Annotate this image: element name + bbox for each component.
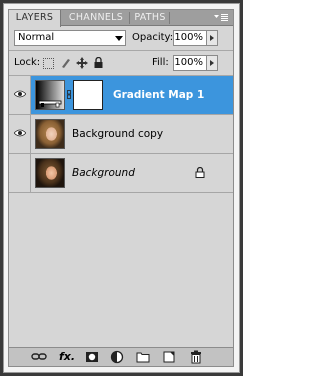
layers-bottom-toolbar: fx. (9, 347, 233, 366)
visibility-toggle[interactable] (9, 154, 31, 192)
add-layer-style-icon[interactable]: fx. (59, 350, 77, 364)
layers-empty-area (9, 193, 233, 349)
mask-link-icon[interactable] (67, 90, 71, 99)
tab-separator (129, 12, 130, 24)
visibility-toggle[interactable] (9, 76, 31, 114)
opacity-label: Opacity: (132, 32, 174, 43)
lock-image-pixels-icon[interactable] (60, 57, 71, 68)
visibility-toggle[interactable] (9, 115, 31, 153)
link-layers-icon[interactable] (31, 350, 47, 364)
blend-mode-select[interactable]: Normal (14, 30, 126, 46)
blend-mode-value: Normal (18, 32, 55, 43)
new-group-icon[interactable] (136, 350, 150, 364)
eye-icon (14, 90, 26, 98)
add-layer-mask-icon[interactable] (85, 350, 99, 364)
gradient-map-thumbnail (35, 80, 65, 110)
fill-slider-button[interactable] (207, 55, 218, 71)
lock-label: Lock: (14, 57, 41, 68)
layer-row-gradient-map[interactable]: Gradient Map 1 (9, 76, 233, 115)
lock-position-icon[interactable] (76, 57, 88, 69)
layers-panel: LAYERS CHANNELS PATHS Normal Opacity: 10… (8, 9, 234, 367)
layer-name: Background (72, 167, 135, 179)
layer-row-background-copy[interactable]: Background copy (9, 115, 233, 154)
lock-fill-row: Lock: Fill: 100% (9, 52, 233, 74)
lock-transparent-pixels-icon[interactable] (43, 58, 54, 69)
new-adjustment-layer-icon[interactable] (110, 350, 124, 364)
layer-thumbnail (35, 158, 65, 188)
tab-paths[interactable]: PATHS (131, 10, 169, 26)
blend-opacity-row: Normal Opacity: 100% (9, 27, 233, 49)
lock-icon (195, 166, 205, 181)
opacity-slider-button[interactable] (207, 30, 218, 46)
chevron-right-icon (210, 35, 214, 41)
new-layer-icon[interactable] (162, 350, 176, 364)
opacity-input[interactable]: 100% (173, 30, 207, 46)
tab-layers[interactable]: LAYERS (9, 10, 61, 27)
tab-separator (169, 12, 170, 24)
tab-channels[interactable]: CHANNELS (63, 10, 129, 26)
layer-name: Background copy (72, 128, 164, 140)
eye-icon (14, 129, 26, 137)
panel-tab-bar: LAYERS CHANNELS PATHS (9, 10, 233, 27)
delete-layer-icon[interactable] (189, 350, 203, 364)
layer-thumbnail (35, 119, 65, 149)
layer-mask-thumbnail[interactable] (73, 80, 103, 110)
chevron-right-icon (210, 60, 214, 66)
layer-name: Gradient Map 1 (113, 89, 205, 101)
chevron-down-icon (115, 36, 123, 41)
divider (9, 50, 233, 51)
lock-all-icon[interactable] (93, 56, 104, 68)
fill-input[interactable]: 100% (173, 55, 207, 71)
layer-row-background[interactable]: Background (9, 154, 233, 193)
fill-label: Fill: (152, 57, 169, 68)
panel-menu-icon[interactable] (212, 11, 230, 24)
